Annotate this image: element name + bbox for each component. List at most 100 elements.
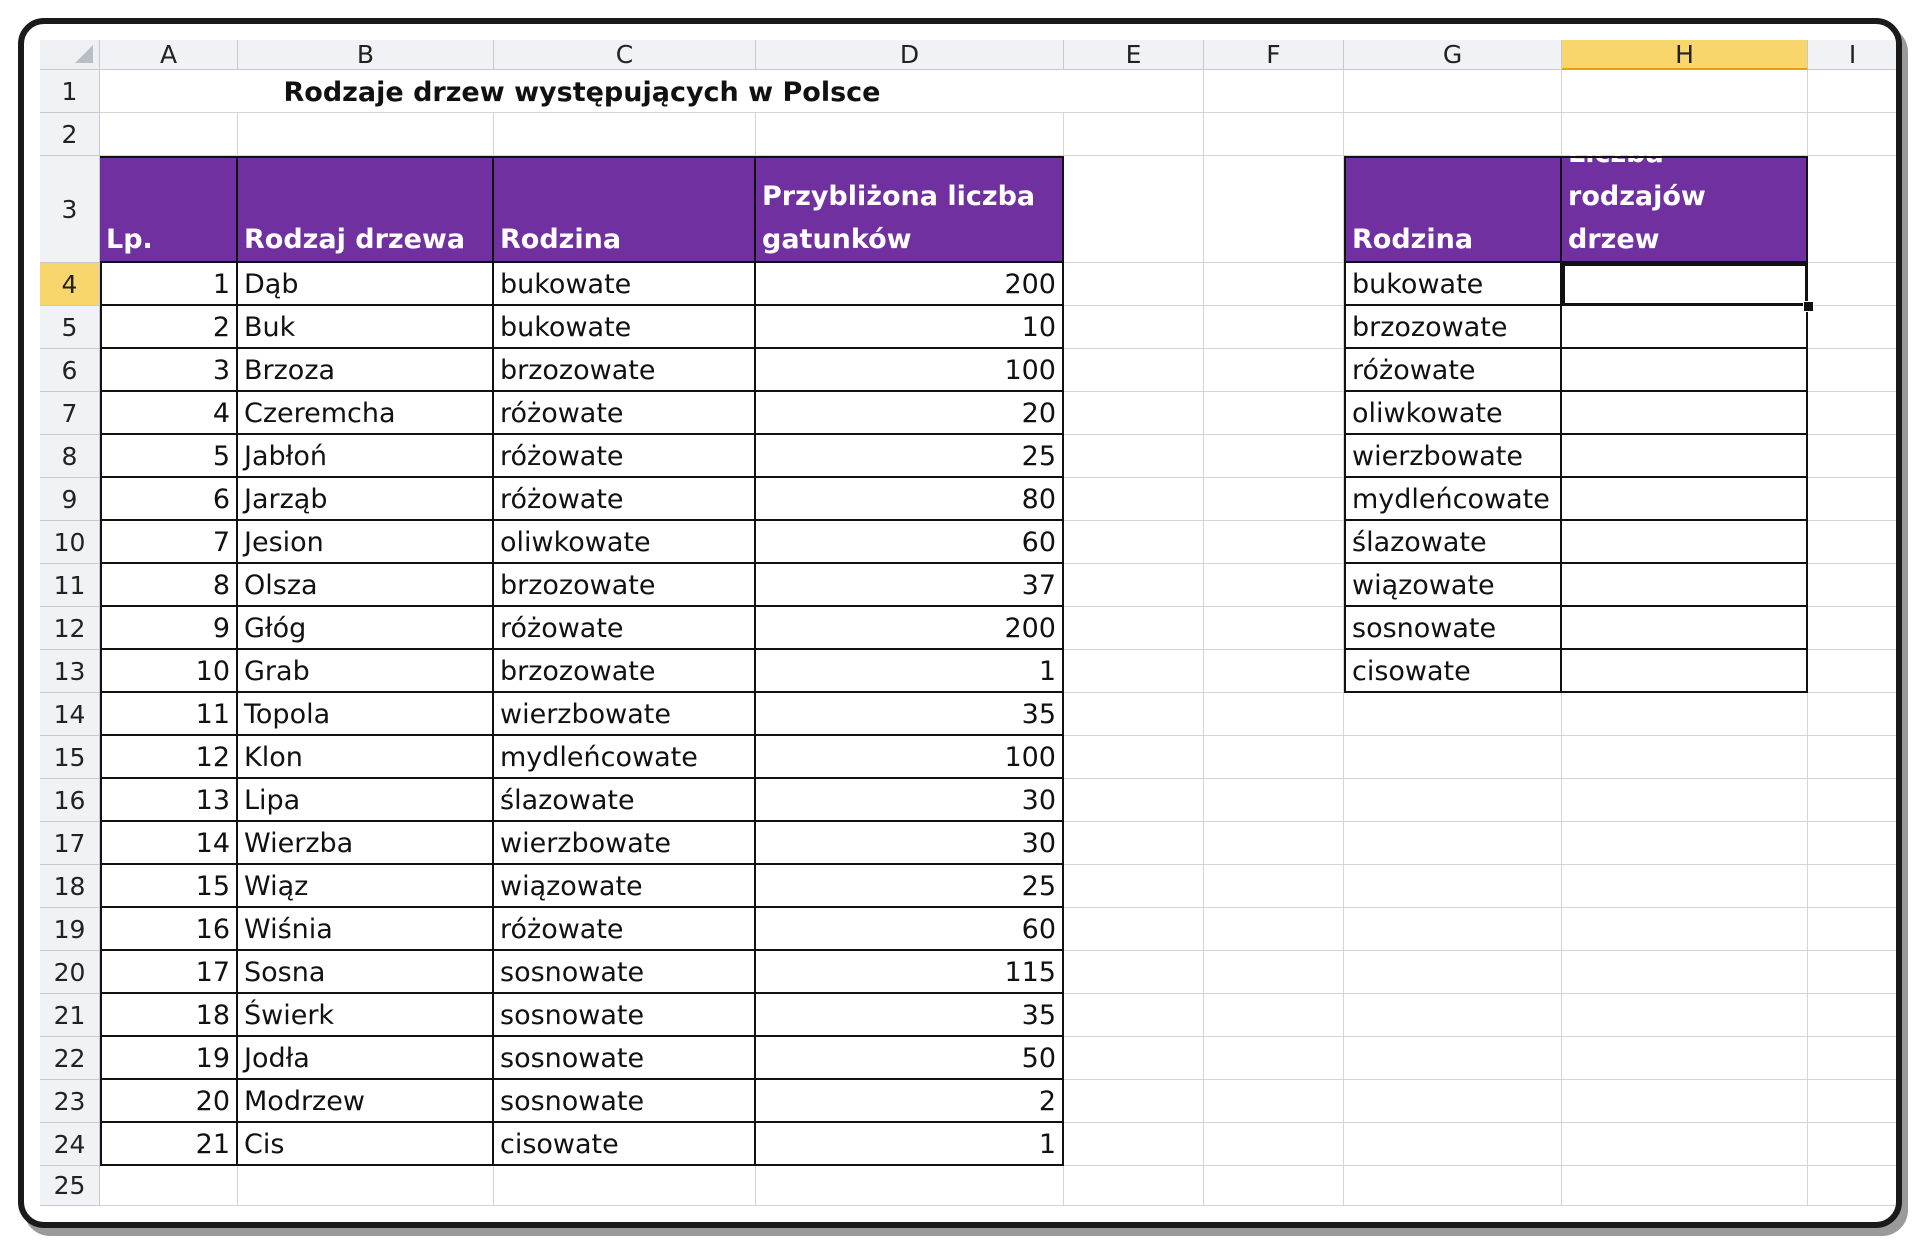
cell[interactable] [1808,1166,1896,1206]
cell[interactable] [1808,435,1896,478]
cell[interactable] [1064,1080,1204,1123]
table-data-cell[interactable]: 2 [100,306,238,349]
cell[interactable] [1204,607,1344,650]
summary-count-cell[interactable] [1562,306,1808,349]
cell[interactable] [1064,607,1204,650]
cell[interactable] [100,113,238,156]
cell[interactable] [1064,1123,1204,1166]
cell[interactable] [1808,263,1896,306]
table-data-cell[interactable]: 25 [756,865,1064,908]
table-data-cell[interactable]: Sosna [238,951,494,994]
cell[interactable] [1562,951,1808,994]
table-data-cell[interactable]: 20 [756,392,1064,435]
summary-family-cell[interactable]: sosnowate [1344,607,1562,650]
cell[interactable] [1562,1080,1808,1123]
cell[interactable] [1064,908,1204,951]
table-data-cell[interactable]: 12 [100,736,238,779]
cell[interactable] [1064,392,1204,435]
row-header-17[interactable]: 17 [40,822,100,865]
row-header-11[interactable]: 11 [40,564,100,607]
cell[interactable] [1204,113,1344,156]
cell[interactable] [1064,70,1204,113]
cell[interactable] [1808,779,1896,822]
cell[interactable] [1204,779,1344,822]
summary-family-cell[interactable]: wierzbowate [1344,435,1562,478]
table-data-cell[interactable]: 5 [100,435,238,478]
cell[interactable] [1562,736,1808,779]
cell[interactable] [1344,1037,1562,1080]
cell[interactable] [494,1166,756,1206]
table-data-cell[interactable]: różowate [494,607,756,650]
table-data-cell[interactable]: Klon [238,736,494,779]
table-data-cell[interactable]: 1 [100,263,238,306]
table-data-cell[interactable]: brzozowate [494,564,756,607]
table-data-cell[interactable]: 37 [756,564,1064,607]
table-data-cell[interactable]: 115 [756,951,1064,994]
cell[interactable] [1562,908,1808,951]
table-data-cell[interactable]: 8 [100,564,238,607]
cell[interactable] [1562,994,1808,1037]
cell[interactable] [238,113,494,156]
cell[interactable] [1808,564,1896,607]
table-data-cell[interactable]: 60 [756,908,1064,951]
column-header-b[interactable]: B [238,40,494,70]
table-data-cell[interactable]: 18 [100,994,238,1037]
summary-count-cell[interactable] [1562,564,1808,607]
cell[interactable] [1064,113,1204,156]
table-data-cell[interactable]: cisowate [494,1123,756,1166]
row-header-3[interactable]: 3 [40,156,100,263]
table-data-cell[interactable]: Świerk [238,994,494,1037]
cell[interactable] [1344,908,1562,951]
cell[interactable] [1064,435,1204,478]
row-header-15[interactable]: 15 [40,736,100,779]
column-header-h[interactable]: H [1562,40,1808,70]
cell[interactable] [1064,822,1204,865]
cell[interactable] [1064,1166,1204,1206]
fill-handle[interactable] [1803,301,1814,312]
cell[interactable] [1204,693,1344,736]
cell[interactable] [1344,951,1562,994]
cell[interactable] [1064,521,1204,564]
cell[interactable] [1562,1037,1808,1080]
table-data-cell[interactable]: różowate [494,435,756,478]
row-header-23[interactable]: 23 [40,1080,100,1123]
table-data-cell[interactable]: 25 [756,435,1064,478]
table-data-cell[interactable]: 4 [100,392,238,435]
row-header-12[interactable]: 12 [40,607,100,650]
cell[interactable] [1064,1037,1204,1080]
cell[interactable] [1808,1080,1896,1123]
cell[interactable] [1562,1123,1808,1166]
row-header-25[interactable]: 25 [40,1166,100,1206]
row-header-20[interactable]: 20 [40,951,100,994]
cell[interactable] [1562,779,1808,822]
table-data-cell[interactable]: 10 [100,650,238,693]
row-header-7[interactable]: 7 [40,392,100,435]
cell[interactable] [1808,1037,1896,1080]
table-data-cell[interactable]: 21 [100,1123,238,1166]
row-header-22[interactable]: 22 [40,1037,100,1080]
summary-family-cell[interactable]: brzozowate [1344,306,1562,349]
table-data-cell[interactable]: 100 [756,736,1064,779]
cell[interactable] [1562,822,1808,865]
column-header-c[interactable]: C [494,40,756,70]
cell[interactable] [1204,650,1344,693]
table-data-cell[interactable]: sosnowate [494,994,756,1037]
cell[interactable] [1344,1080,1562,1123]
table-data-cell[interactable]: Buk [238,306,494,349]
row-header-16[interactable]: 16 [40,779,100,822]
cell[interactable] [1204,478,1344,521]
table-data-cell[interactable]: różowate [494,908,756,951]
table-data-cell[interactable]: 16 [100,908,238,951]
cell[interactable] [1808,306,1896,349]
table-data-cell[interactable]: Jesion [238,521,494,564]
cell[interactable] [1808,822,1896,865]
table-data-cell[interactable]: 19 [100,1037,238,1080]
table-data-cell[interactable]: różowate [494,392,756,435]
cell[interactable] [1808,908,1896,951]
table-data-cell[interactable]: oliwkowate [494,521,756,564]
cell[interactable] [1064,478,1204,521]
select-all-corner[interactable] [40,40,100,70]
summary-count-cell[interactable] [1562,435,1808,478]
table-data-cell[interactable]: 15 [100,865,238,908]
cell[interactable] [1204,349,1344,392]
